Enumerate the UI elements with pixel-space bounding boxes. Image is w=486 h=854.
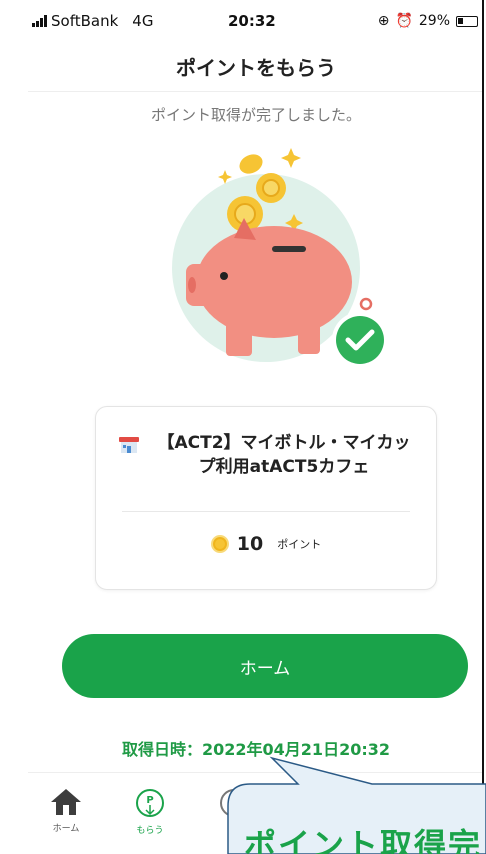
points-row: 10 ポイント	[96, 533, 436, 555]
status-left: SoftBank 4G	[32, 12, 153, 30]
battery-icon	[456, 15, 478, 27]
signal-icon	[32, 15, 47, 27]
home-button[interactable]: ホーム	[62, 634, 468, 698]
points-unit: ポイント	[277, 538, 322, 551]
svg-text:P: P	[146, 795, 153, 806]
status-time: 20:32	[228, 12, 276, 30]
tab-morau[interactable]: P もらう	[120, 787, 180, 836]
carrier-name: SoftBank	[51, 12, 119, 30]
piggy-bank-illustration	[172, 148, 388, 368]
page-title: ポイントをもらう	[176, 56, 336, 80]
lock-rotation-icon: ⊕	[377, 13, 390, 29]
nav-header: ポイントをもらう	[28, 42, 482, 92]
battery-percent: 29%	[418, 13, 450, 29]
tab-search[interactable]	[290, 787, 350, 819]
point-receive-icon: P	[136, 789, 164, 817]
card-divider	[122, 511, 410, 512]
tab-morau-label: もらう	[136, 826, 164, 836]
completion-message: ポイント取得が完了しました。	[150, 106, 361, 124]
callout-text: ポイント取得完了	[244, 826, 484, 854]
points-icon: P	[220, 789, 248, 817]
search-icon	[309, 792, 332, 815]
home-icon	[51, 789, 81, 815]
network-type: 4G	[132, 12, 154, 30]
coin-icon	[210, 535, 229, 553]
tab-points[interactable]: P	[204, 787, 264, 819]
activity-title: 【ACT2】マイボトル・マイカップ利用atACT5カフェ	[157, 433, 411, 477]
screenshot-frame: SoftBank 4G 20:32 ⊕ ⏰ 29% ポイントをもらう ポイント取…	[0, 0, 486, 854]
acquired-datetime: 取得日時：2022年04月21日20:32	[122, 740, 390, 759]
card-title-row: 【ACT2】マイボトル・マイカップ利用atACT5カフェ	[118, 431, 418, 479]
tab-sdgs-label: SDGs	[392, 787, 412, 795]
svg-text:P: P	[230, 797, 238, 812]
points-value: 10	[236, 533, 264, 555]
tab-home[interactable]: ホーム	[36, 787, 96, 834]
point-card: 【ACT2】マイボトル・マイカップ利用atACT5カフェ 10 ポイント	[95, 406, 437, 590]
status-bar: SoftBank 4G 20:32 ⊕ ⏰ 29%	[28, 0, 482, 42]
phone-screen: SoftBank 4G 20:32 ⊕ ⏰ 29% ポイントをもらう ポイント取…	[28, 0, 484, 854]
tab-sdgs[interactable]: SDGs	[372, 787, 432, 795]
status-right: ⊕ ⏰ 29%	[378, 13, 478, 29]
shop-icon	[119, 437, 139, 453]
alarm-icon: ⏰	[395, 13, 413, 29]
tab-home-label: ホーム	[52, 824, 80, 834]
